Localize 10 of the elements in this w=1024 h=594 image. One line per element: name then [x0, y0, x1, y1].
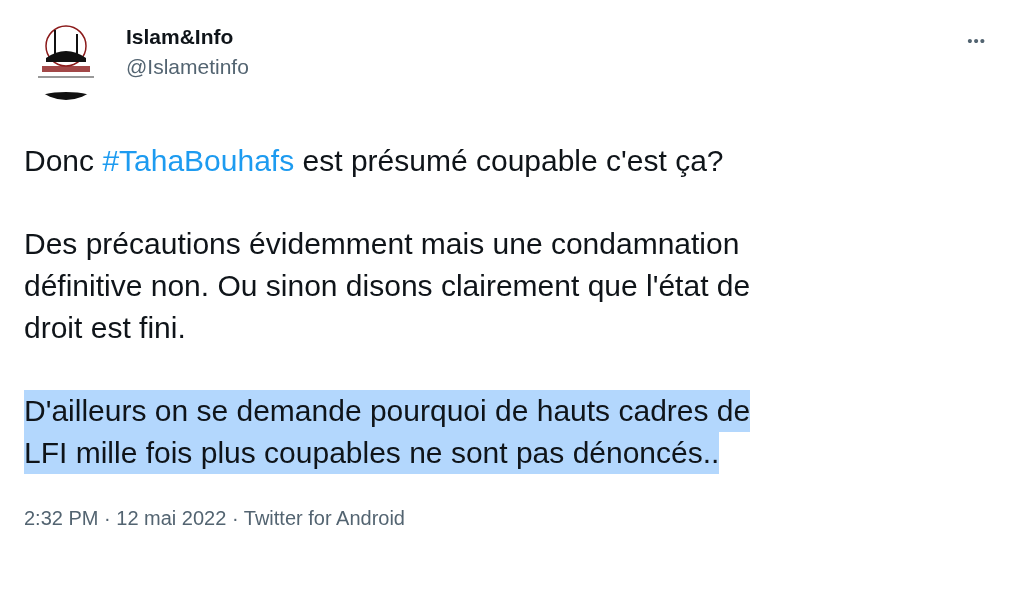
author-handle[interactable]: @Islametinfo [126, 55, 968, 79]
author-name[interactable]: Islam&Info [126, 25, 968, 49]
tweet-source: Twitter for Android [243, 507, 405, 529]
tweet-timestamp[interactable]: 2:32 PM · 12 mai 2022 [24, 507, 227, 529]
tweet-text-line: Des précautions évidemment mais une condamnation [24, 226, 740, 262]
tweet-text-line: définitive non. Ou sinon disons clairement que l'état de [24, 268, 751, 304]
separator: · [231, 507, 239, 529]
tweet-text-line: Donc #TahaBouhafs est présumé coupable c'est ça? [24, 143, 724, 179]
more-button[interactable]: ••• [967, 32, 986, 49]
tweet-text-line: droit est fini. [24, 310, 186, 346]
